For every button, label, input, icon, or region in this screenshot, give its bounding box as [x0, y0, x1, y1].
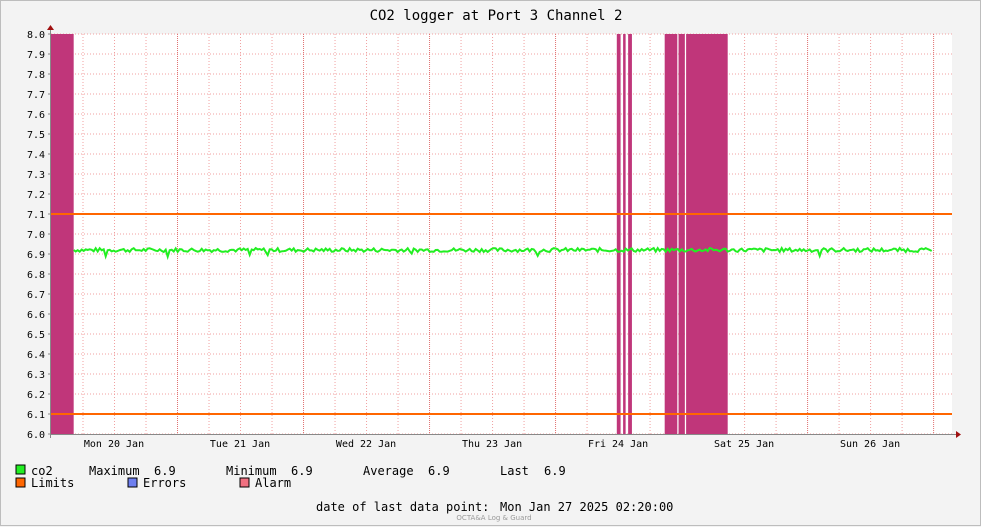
last-label: Last — [500, 464, 529, 478]
grid — [51, 33, 952, 435]
y-tick-label: 6.3 — [27, 370, 45, 381]
x-tick-label: Sat 25 Jan — [714, 439, 774, 450]
y-tick-label: 6.7 — [27, 290, 45, 301]
y-tick-label: 6.9 — [27, 250, 45, 261]
y-tick-label: 6.2 — [27, 390, 45, 401]
x-axis-arrow-icon — [956, 431, 961, 438]
last-data-point-label: date of last data point: — [316, 500, 489, 514]
last-value: 6.9 — [544, 464, 566, 478]
y-tick-label: 7.0 — [27, 230, 45, 241]
x-tick-label: Tue 21 Jan — [210, 439, 270, 450]
x-tick-label: Wed 22 Jan — [336, 439, 396, 450]
errors-legend-swatch — [127, 477, 138, 488]
y-tick-label: 6.6 — [27, 310, 45, 321]
alarm-legend-swatch — [239, 477, 250, 488]
minimum-value: 6.9 — [291, 464, 313, 478]
alarm-band — [686, 34, 728, 434]
y-tick-label: 7.9 — [27, 50, 45, 61]
y-tick-label: 8.0 — [27, 30, 45, 41]
y-tick-label: 6.5 — [27, 330, 45, 341]
last-data-point-value: Mon Jan 27 2025 02:20:00 — [500, 500, 673, 514]
co2-legend-swatch — [15, 464, 26, 475]
y-axis-arrow-icon — [47, 25, 54, 30]
y-tick-labels: 6.0 6.1 6.2 6.3 6.4 6.5 6.6 6.7 6.8 6.9 7.0 7.1 7.2 7… — [27, 30, 45, 441]
y-tick-label: 7.6 — [27, 110, 45, 121]
y-tick-label: 7.8 — [27, 70, 45, 81]
chart-title: CO2 logger at Port 3 Channel 2 — [370, 8, 623, 24]
x-tick-label: Fri 24 Jan — [588, 439, 648, 450]
average-label: Average — [363, 464, 414, 478]
x-tick-label: Thu 23 Jan — [462, 439, 522, 450]
y-tick-label: 6.1 — [27, 410, 45, 421]
y-tick-label: 6.8 — [27, 270, 45, 281]
alarm-band — [616, 34, 621, 434]
x-tick-labels: Mon 20 Jan Tue 21 Jan Wed 22 Jan Thu 23 Jan… — [84, 439, 900, 450]
chart-panel: CO2 logger at Port 3 Channel 2 6.0 6.1 6.2… — [0, 0, 981, 526]
y-tick-label: 6.4 — [27, 350, 45, 361]
alarm-band — [51, 34, 74, 434]
alarm-band — [678, 34, 685, 434]
errors-legend-label: Errors — [143, 476, 186, 490]
y-tick-label: 7.5 — [27, 130, 45, 141]
average-value: 6.9 — [428, 464, 450, 478]
y-tick-label: 7.3 — [27, 170, 45, 181]
x-tick-label: Mon 20 Jan — [84, 439, 144, 450]
alarm-band — [664, 34, 678, 434]
legend: co2 Maximum 6.9 Minimum 6.9 Average 6.9 … — [15, 464, 566, 490]
credit-text: OCTA&A Log & Guard — [456, 514, 531, 522]
y-tick-label: 7.2 — [27, 190, 45, 201]
limits-legend-label: Limits — [31, 476, 74, 490]
y-tick-label: 7.1 — [27, 210, 45, 221]
y-tick-label: 7.7 — [27, 90, 45, 101]
alarm-band — [623, 34, 626, 434]
alarm-band — [628, 34, 632, 434]
y-tick-label: 7.4 — [27, 150, 45, 161]
limits-legend-swatch — [15, 477, 26, 488]
y-tick-label: 6.0 — [27, 430, 45, 441]
maximum-label: Maximum — [89, 464, 140, 478]
x-tick-label: Sun 26 Jan — [840, 439, 900, 450]
alarm-legend-label: Alarm — [255, 476, 291, 490]
co2-chart: CO2 logger at Port 3 Channel 2 6.0 6.1 6.2… — [15, 8, 961, 522]
